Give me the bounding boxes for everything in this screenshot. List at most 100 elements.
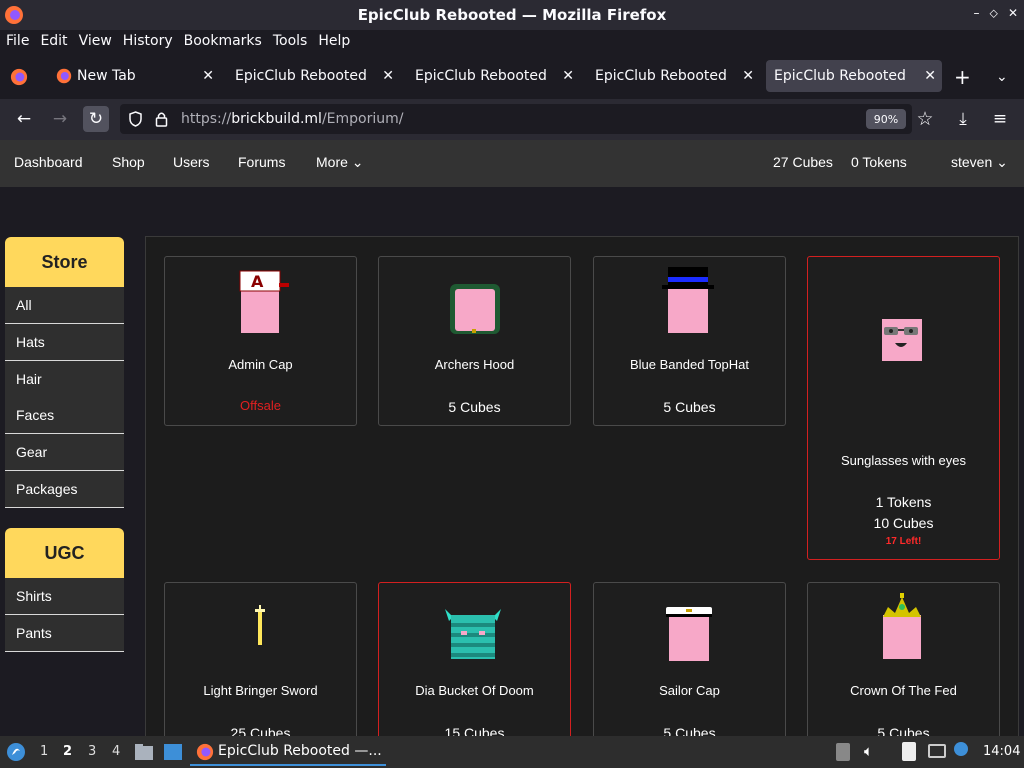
- volume-icon[interactable]: 🔈︎: [864, 742, 873, 760]
- menu-edit[interactable]: Edit: [40, 33, 67, 49]
- nav-more[interactable]: More ⌄: [316, 154, 364, 171]
- item-name[interactable]: Admin Cap: [165, 357, 356, 372]
- sidebar-item-faces[interactable]: Faces: [5, 397, 124, 434]
- new-tab-button[interactable]: +: [954, 67, 971, 87]
- nav-users[interactable]: Users: [173, 154, 210, 170]
- tab-close-icon[interactable]: ✕: [924, 68, 936, 84]
- item-card-dia-bucket-of-doom[interactable]: Dia Bucket Of Doom 15 Cubes: [378, 582, 571, 736]
- sidebar-item-pants[interactable]: Pants: [5, 615, 124, 652]
- nav-dashboard[interactable]: Dashboard: [14, 154, 83, 170]
- item-card-blue-banded-tophat[interactable]: Blue Banded TopHat 5 Cubes: [593, 256, 786, 426]
- reload-button[interactable]: ↻: [83, 106, 109, 132]
- item-price: 25 Cubes: [230, 725, 291, 736]
- workspace-3[interactable]: 3: [88, 744, 96, 759]
- clipboard-icon[interactable]: [902, 742, 916, 761]
- workspace-4[interactable]: 4: [112, 744, 120, 759]
- clock[interactable]: 14:04: [983, 744, 1020, 759]
- item-price: 15 Cubes: [444, 725, 505, 736]
- back-button[interactable]: ←: [11, 106, 37, 132]
- start-menu-icon[interactable]: [6, 742, 26, 762]
- tab-label: EpicClub Rebooted: [415, 68, 547, 84]
- updates-icon[interactable]: [954, 742, 968, 756]
- sailor-cap-icon: [666, 607, 712, 661]
- sidebar-item-shirts[interactable]: Shirts: [5, 578, 124, 615]
- nav-shop[interactable]: Shop: [112, 154, 145, 170]
- item-name[interactable]: Sailor Cap: [594, 683, 785, 698]
- workspace-2[interactable]: 2: [63, 744, 72, 759]
- minimize-button[interactable]: –: [974, 6, 980, 21]
- menu-file[interactable]: File: [6, 33, 29, 49]
- tab-epicclub-1[interactable]: EpicClub Rebooted ✕: [226, 60, 400, 92]
- item-name[interactable]: Archers Hood: [379, 357, 570, 372]
- item-name[interactable]: Crown Of The Fed: [808, 683, 999, 698]
- tab-epicclub-3[interactable]: EpicClub Rebooted ✕: [586, 60, 760, 92]
- sidebar-item-packages[interactable]: Packages: [5, 471, 124, 508]
- tab-epicclub-active[interactable]: EpicClub Rebooted ✕: [766, 60, 942, 92]
- url-bar[interactable]: https://brickbuild.ml/Emporium/ 90%: [120, 104, 912, 134]
- workspace-1[interactable]: 1: [40, 744, 48, 759]
- downloads-icon[interactable]: ⤓: [950, 106, 976, 132]
- firefox-view-icon[interactable]: [10, 68, 28, 86]
- window-titlebar: EpicClub Rebooted — Mozilla Firefox – ⬦ …: [0, 0, 1024, 30]
- item-card-sailor-cap[interactable]: Sailor Cap 5 Cubes: [593, 582, 786, 736]
- navigation-toolbar: ← → ↻ https://brickbuild.ml/Emporium/ 90…: [0, 99, 1024, 140]
- menu-bookmarks[interactable]: Bookmarks: [184, 33, 262, 49]
- ugc-heading: UGC: [5, 528, 124, 578]
- stock-left-label: 17 Left!: [885, 536, 922, 547]
- item-price-offsale: Offsale: [240, 398, 281, 413]
- desktop-icon[interactable]: [163, 743, 183, 761]
- tab-label: EpicClub Rebooted: [595, 68, 727, 84]
- tab-close-icon[interactable]: ✕: [382, 68, 394, 84]
- item-name[interactable]: Dia Bucket Of Doom: [379, 683, 570, 698]
- item-price-tokens: 1 Tokens: [875, 494, 932, 510]
- archers-hood-icon: [450, 284, 500, 334]
- store-heading: Store: [5, 237, 124, 287]
- item-card-crown-of-the-fed[interactable]: Crown Of The Fed 5 Cubes: [807, 582, 1000, 736]
- zoom-level-badge[interactable]: 90%: [866, 109, 906, 129]
- system-taskbar: 1 2 3 4 EpicClub Rebooted —... 🔈︎ 14:04: [0, 736, 1024, 768]
- forward-button[interactable]: →: [47, 106, 73, 132]
- sidebar-item-all[interactable]: All: [5, 287, 124, 324]
- item-price: 5 Cubes: [663, 399, 716, 415]
- menu-help[interactable]: Help: [318, 33, 350, 49]
- firefox-task-icon: [196, 743, 214, 761]
- tab-label: EpicClub Rebooted: [235, 68, 367, 84]
- tab-epicclub-2[interactable]: EpicClub Rebooted ✕: [406, 60, 580, 92]
- item-card-admin-cap[interactable]: A Admin Cap Offsale: [164, 256, 357, 426]
- lock-icon[interactable]: [155, 111, 168, 127]
- sword-icon: [255, 605, 265, 645]
- tab-close-icon[interactable]: ✕: [742, 68, 754, 84]
- item-price: 5 Cubes: [877, 725, 930, 736]
- site-header: Dashboard Shop Users Forums More ⌄ 27 Cu…: [0, 140, 1024, 187]
- shield-icon[interactable]: [128, 111, 143, 127]
- network-icon[interactable]: [928, 744, 946, 758]
- sidebar-item-gear[interactable]: Gear: [5, 434, 124, 471]
- bookmark-star-icon[interactable]: ☆: [912, 106, 938, 132]
- close-window-button[interactable]: ✕: [1008, 6, 1018, 21]
- item-name[interactable]: Blue Banded TopHat: [594, 357, 785, 372]
- item-name[interactable]: Light Bringer Sword: [165, 683, 356, 698]
- menu-history[interactable]: History: [123, 33, 173, 49]
- tab-new-tab[interactable]: New Tab ✕: [50, 60, 220, 92]
- item-card-archers-hood[interactable]: Archers Hood 5 Cubes: [378, 256, 571, 426]
- item-card-light-bringer-sword[interactable]: Light Bringer Sword 25 Cubes: [164, 582, 357, 736]
- sidebar-item-hair[interactable]: Hair: [5, 361, 124, 398]
- window-title: EpicClub Rebooted — Mozilla Firefox: [357, 6, 667, 24]
- item-price: 5 Cubes: [663, 725, 716, 736]
- menu-tools[interactable]: Tools: [273, 33, 308, 49]
- item-card-sunglasses-with-eyes[interactable]: Sunglasses with eyes 1 Tokens 10 Cubes 1…: [807, 256, 1000, 560]
- nav-forums[interactable]: Forums: [238, 154, 285, 170]
- sidebar-item-hats[interactable]: Hats: [5, 324, 124, 361]
- list-all-tabs-icon[interactable]: ⌄: [996, 69, 1008, 85]
- tab-close-icon[interactable]: ✕: [562, 68, 574, 84]
- file-manager-icon[interactable]: [134, 743, 154, 761]
- taskbar-firefox-window[interactable]: EpicClub Rebooted —...: [190, 738, 386, 766]
- maximize-button[interactable]: ⬦: [990, 6, 998, 21]
- user-menu[interactable]: steven ⌄: [951, 154, 1008, 171]
- tab-close-icon[interactable]: ✕: [202, 68, 214, 84]
- tophat-icon: [662, 267, 714, 333]
- item-name[interactable]: Sunglasses with eyes: [808, 453, 999, 468]
- app-menu-icon[interactable]: ≡: [987, 106, 1013, 132]
- menu-view[interactable]: View: [79, 33, 112, 49]
- removable-media-icon[interactable]: [836, 743, 850, 761]
